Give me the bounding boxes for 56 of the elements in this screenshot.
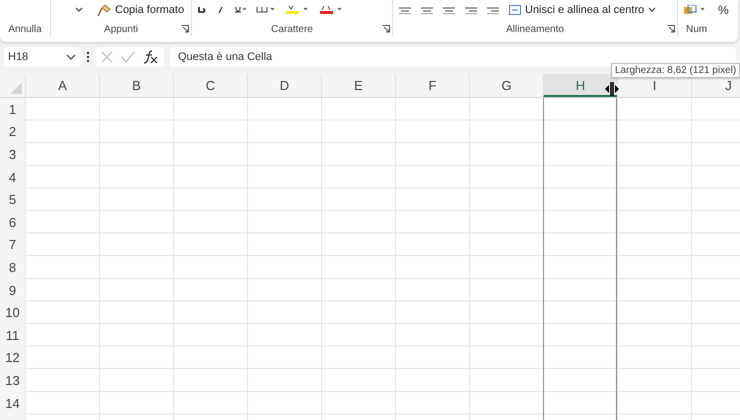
tooltip: Larghezza: 8,62 (121 pixel): [611, 63, 740, 78]
column-header[interactable]: B: [99, 74, 173, 97]
row-header[interactable]: 11: [0, 324, 25, 347]
checkmark-icon[interactable]: [121, 51, 135, 63]
brush-icon[interactable]: [97, 4, 111, 16]
row-header[interactable]: 7: [0, 234, 25, 256]
merge-button[interactable]: Unisci e allinea al centro: [509, 4, 656, 16]
row-header[interactable]: 8: [0, 256, 25, 279]
column-header[interactable]: D: [247, 74, 321, 97]
column-header[interactable]: H: [543, 74, 617, 97]
group-label: Annulla: [8, 23, 42, 36]
group-label: Num: [685, 23, 708, 36]
row-header[interactable]: 13: [0, 369, 25, 392]
more-icon[interactable]: [86, 51, 90, 63]
formula-field[interactable]: Questa è una Cella: [170, 47, 736, 67]
function-icon[interactable]: [143, 50, 159, 64]
group-label: Allineamento: [506, 23, 564, 36]
font-color-icon[interactable]: [320, 6, 344, 14]
group-label: Appunti: [104, 23, 138, 36]
row-header[interactable]: 4: [0, 166, 25, 188]
chevron-down-icon[interactable]: [648, 7, 656, 13]
format-painter-button[interactable]: Copia formato: [97, 4, 184, 16]
resize-cursor-icon: [605, 82, 619, 96]
column-header[interactable]: F: [395, 74, 469, 97]
dialog-launcher-icon[interactable]: [181, 25, 189, 33]
align-icon[interactable]: [399, 6, 411, 14]
dialog-launcher-icon[interactable]: [667, 25, 675, 33]
name-box[interactable]: H18: [4, 47, 80, 67]
dialog-launcher-icon[interactable]: [382, 25, 390, 33]
highlighter-icon[interactable]: [286, 6, 310, 14]
column-header[interactable]: E: [321, 74, 395, 97]
column-header[interactable]: A: [25, 74, 99, 97]
italic-icon[interactable]: [216, 7, 224, 13]
row-header[interactable]: 9: [0, 278, 25, 302]
chevron-down-icon: [66, 53, 76, 61]
bold-icon[interactable]: [198, 7, 206, 13]
indent-icon[interactable]: [465, 6, 477, 14]
cell-grid[interactable]: [25, 98, 740, 420]
row-header[interactable]: 3: [0, 143, 25, 166]
percent-button[interactable]: %: [718, 3, 729, 17]
row-header[interactable]: 12: [0, 346, 25, 370]
column-header[interactable]: C: [173, 74, 247, 97]
chevron-down-icon[interactable]: [75, 7, 83, 13]
underline-icon[interactable]: [234, 7, 246, 13]
indent-icon[interactable]: [487, 6, 499, 14]
row-header[interactable]: 1: [0, 98, 25, 121]
align-icon[interactable]: [421, 6, 433, 14]
group-label: Carattere: [271, 23, 313, 36]
row-header[interactable]: 5: [0, 188, 25, 211]
align-icon[interactable]: [443, 6, 455, 14]
merge-icon[interactable]: [509, 5, 521, 15]
row-header[interactable]: 10: [0, 301, 25, 324]
borders-icon[interactable]: [256, 7, 276, 13]
row-header[interactable]: 6: [0, 210, 25, 234]
row-header[interactable]: 14: [0, 392, 25, 414]
row-header[interactable]: 2: [0, 120, 25, 144]
